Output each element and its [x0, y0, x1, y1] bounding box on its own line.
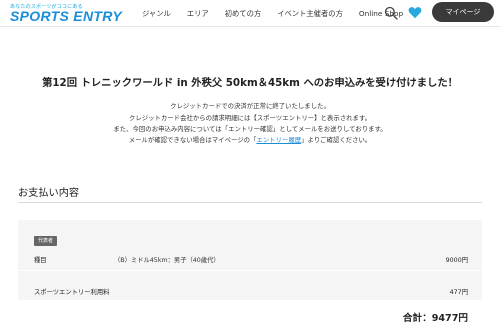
check-mypage-text-post: 」よりご確認ください。 [301, 136, 372, 144]
billing-statement-text: クレジットカード会社からの請求明細には【スポーツエントリー】と表示されます。 [128, 114, 372, 122]
payment-complete-text: クレジットカードでの決済が正常に終了いたしました。 [170, 102, 330, 110]
fee-amount: 477円 [449, 289, 468, 296]
item-amount: 9000円 [445, 257, 468, 264]
page-title: 第12回 トレニックワールド in 外秩父 50km＆45km へのお申込みを受… [42, 77, 458, 89]
check-mypage-text-pre: メールが確認できない場合はマイページの「 [128, 136, 257, 144]
payment-section-title: お支払い内容 [18, 188, 80, 199]
logo[interactable]: あなたのスポーツがココにある SPORTS ENTRY [10, 3, 128, 25]
search-icon[interactable] [384, 6, 398, 20]
heart-icon[interactable] [408, 6, 422, 19]
mypage-button[interactable]: マイページ [432, 2, 494, 22]
fee-label: スポーツエントリー利用料 [34, 289, 110, 296]
nav-item-beginners[interactable]: 初めての方 [225, 9, 261, 19]
section-divider [18, 202, 482, 203]
site-header: あなたのスポーツがココにある SPORTS ENTRY ジャンル エリア 初めて… [0, 0, 500, 27]
check-mypage-text: メールが確認できない場合はマイページの「エントリー履歴」よりご確認ください。 [0, 135, 500, 144]
logo-text: SPORTS ENTRY [10, 8, 122, 24]
item-value: （B）ミドル45km：男子（40歳代） [114, 257, 220, 264]
entry-history-link[interactable]: エントリー履歴 [256, 136, 301, 144]
row-divider [18, 270, 482, 271]
payment-table: 代表者 種目 （B）ミドル45km：男子（40歳代） 9000円 スポーツエント… [18, 220, 482, 300]
representative-badge: 代表者 [34, 236, 58, 246]
total-amount: 合計：9477円 [402, 313, 468, 324]
email-sent-text: また、今回のお申込み内容については「エントリー確認」としてメールをお送りしており… [113, 125, 387, 133]
item-label: 種目 [34, 257, 47, 264]
nav-item-area[interactable]: エリア [187, 9, 209, 19]
nav-item-organizers[interactable]: イベント主催者の方 [277, 9, 343, 19]
main-nav: ジャンル エリア 初めての方 イベント主催者の方 Online Shop [142, 0, 403, 27]
nav-item-genre[interactable]: ジャンル [142, 9, 171, 19]
